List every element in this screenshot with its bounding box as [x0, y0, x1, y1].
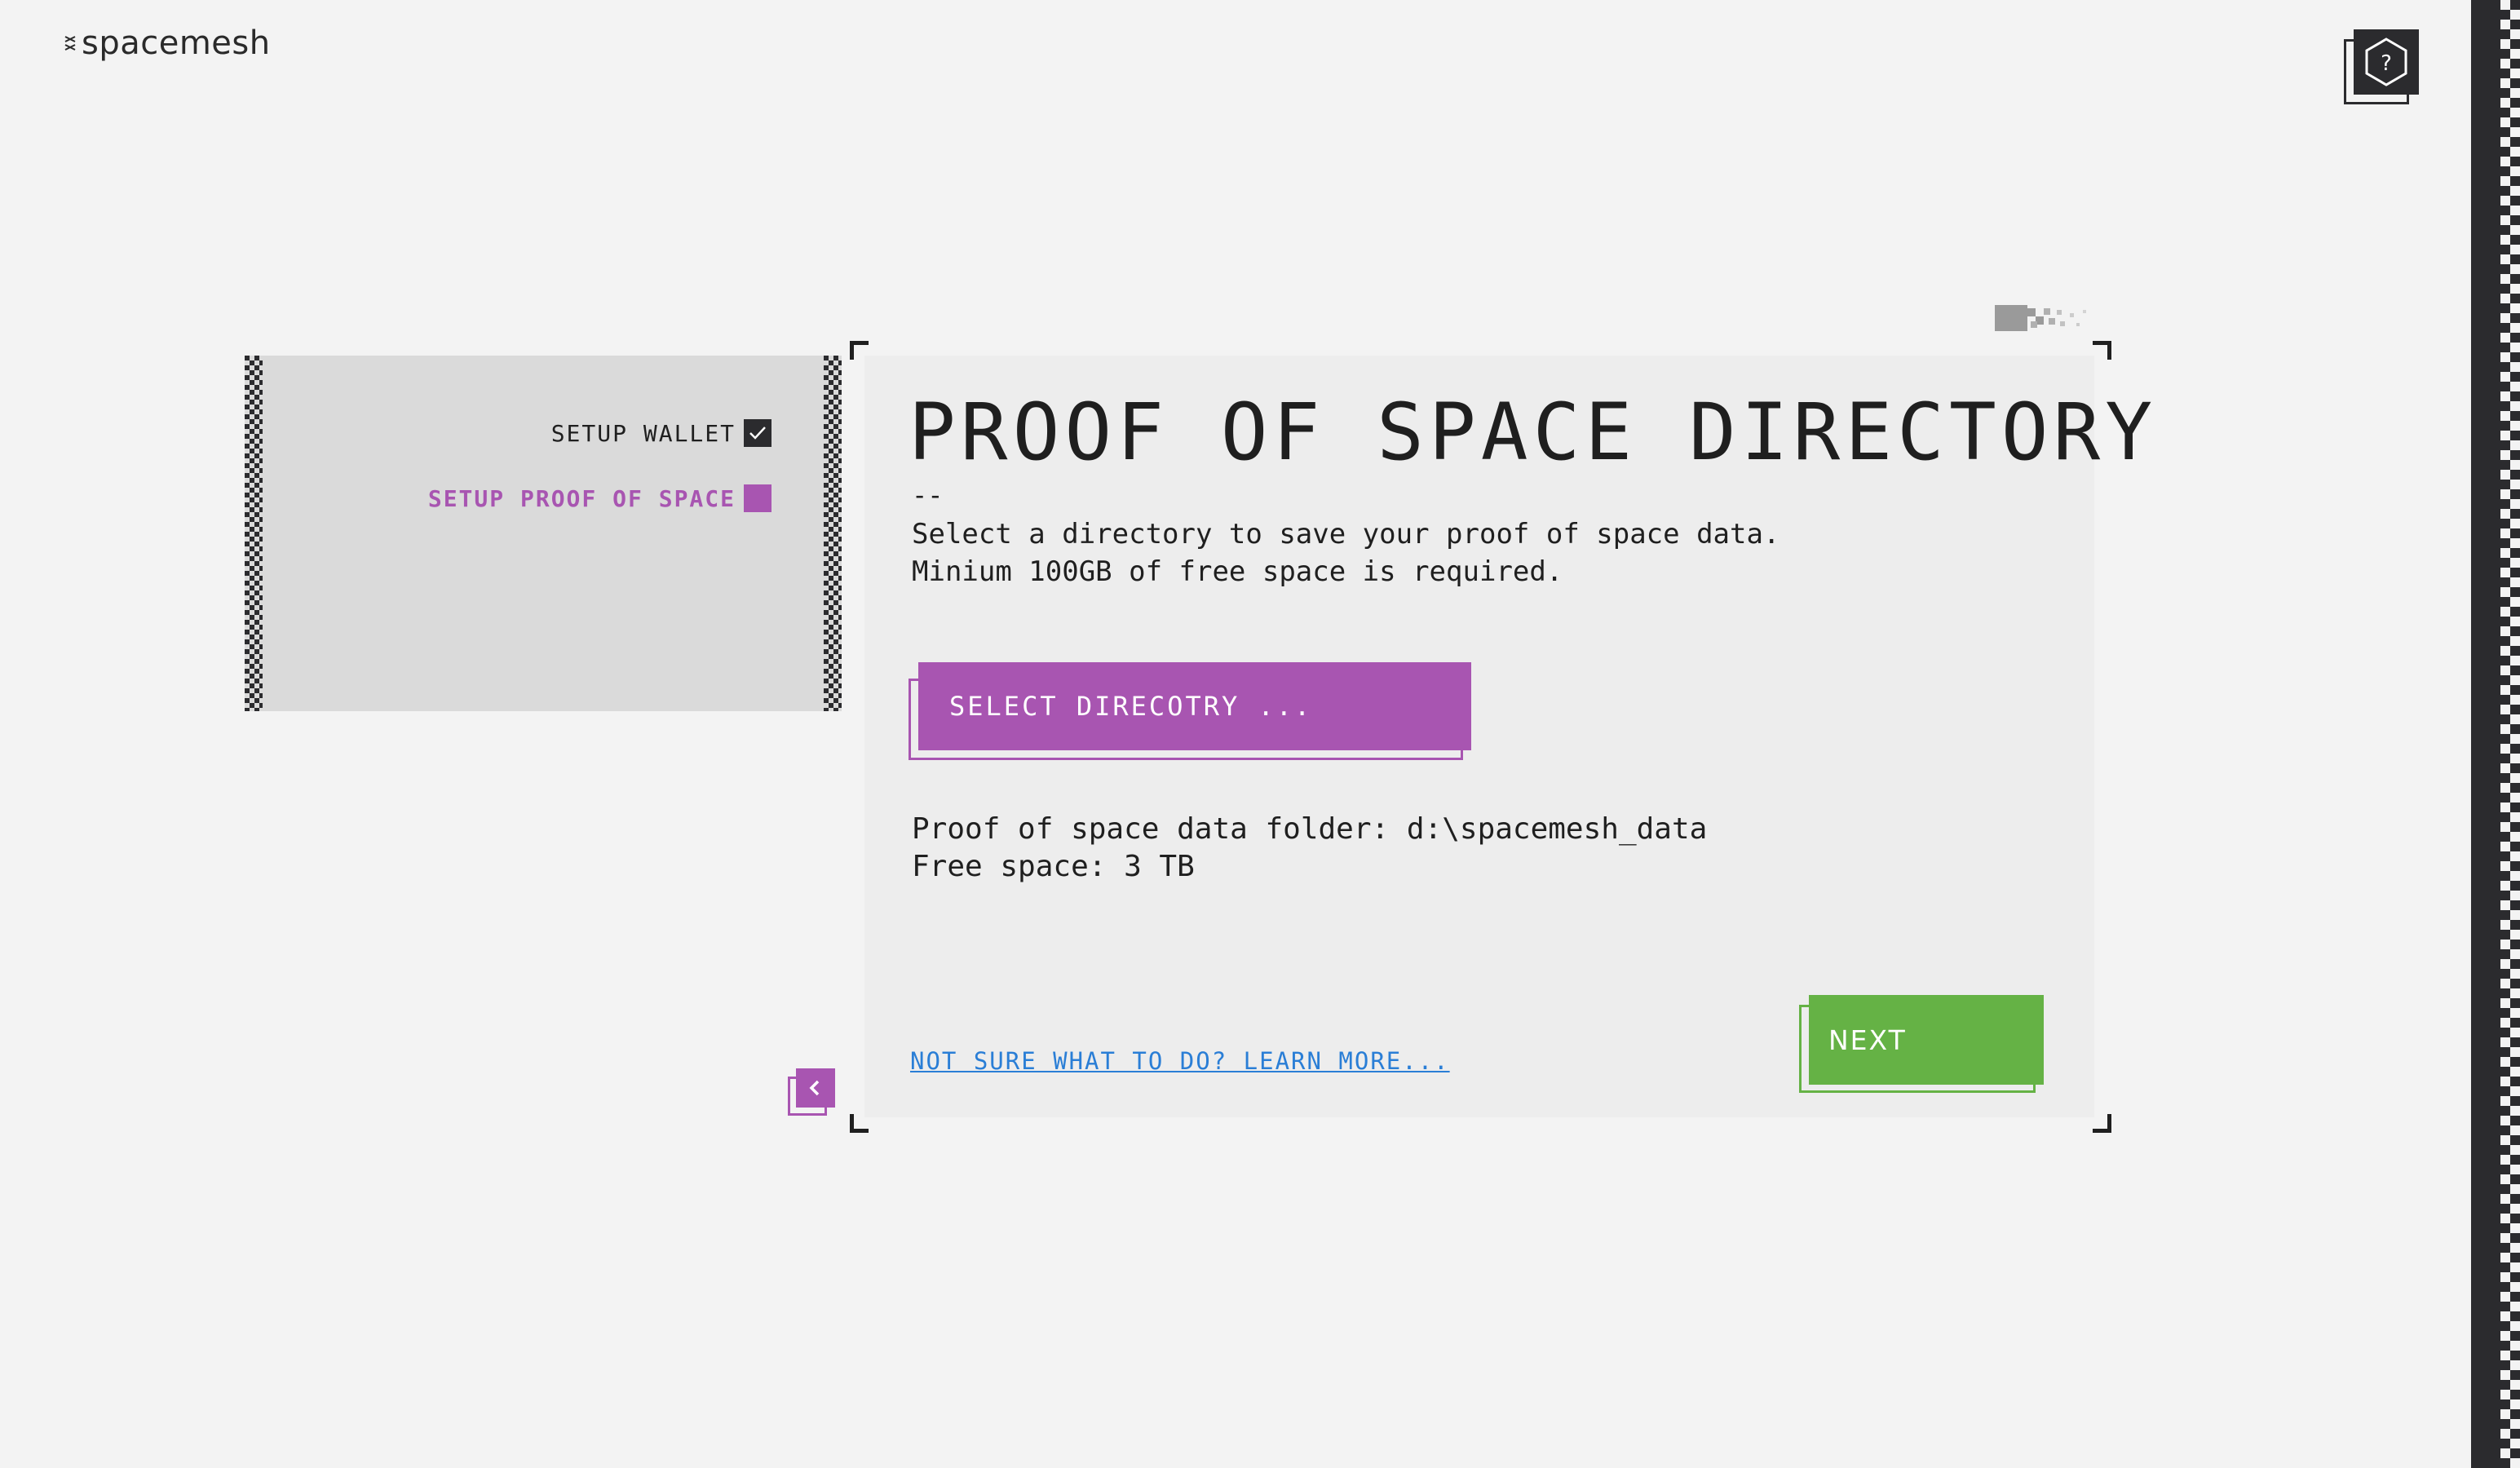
steps-panel: SETUP WALLET SETUP PROOF OF SPACE: [245, 356, 842, 711]
corner-bracket-bottom-right: [2093, 1114, 2111, 1133]
folder-path: Proof of space data folder: d:\spacemesh…: [912, 812, 1708, 846]
folder-info: Proof of space data folder: d:\spacemesh…: [912, 811, 1707, 886]
decorative-checker-strip: [2471, 0, 2520, 1468]
description-line: Minium 100GB of free space is required.: [912, 555, 1563, 588]
description: Select a directory to save your proof of…: [912, 515, 1779, 590]
description-line: Select a directory to save your proof of…: [912, 518, 1780, 550]
step-setup-wallet: SETUP WALLET: [551, 419, 771, 447]
step-complete-box: [744, 419, 771, 447]
step-setup-proof-of-space: SETUP PROOF OF SPACE: [428, 484, 771, 512]
next-button-face[interactable]: NEXT: [1809, 995, 2044, 1085]
select-directory-button[interactable]: SELECT DIRECOTRY ...: [909, 662, 1471, 762]
learn-more-link[interactable]: NOT SURE WHAT TO DO? LEARN MORE...: [910, 1047, 1450, 1075]
panel-edge-left: [245, 356, 263, 711]
select-directory-button-face[interactable]: SELECT DIRECOTRY ...: [918, 662, 1471, 750]
step-label: SETUP WALLET: [550, 419, 736, 447]
app-logo: spacemesh: [64, 24, 271, 62]
chevron-left-icon: [809, 1080, 820, 1096]
panel-edge-right: [824, 356, 842, 711]
checkmark-icon: [749, 427, 766, 440]
hexagon-question-icon: ?: [2365, 38, 2407, 86]
pixel-decoration-icon: [1995, 305, 2086, 331]
back-button[interactable]: [788, 1068, 835, 1117]
free-space: Free space: 3 TB: [912, 850, 1195, 883]
next-button[interactable]: NEXT: [1799, 995, 2044, 1094]
title-separator: --: [912, 480, 944, 511]
logo-text: spacemesh: [82, 24, 271, 62]
corner-bracket-top-left: [850, 341, 869, 360]
page-title: PROOF OF SPACE DIRECTORY: [909, 387, 2158, 478]
help-label: ?: [2381, 51, 2392, 76]
step-active-box: [744, 484, 771, 512]
back-button-face[interactable]: [796, 1068, 835, 1108]
help-button-face[interactable]: ?: [2354, 29, 2419, 95]
corner-bracket-bottom-left: [850, 1114, 869, 1133]
corner-bracket-top-right: [2093, 341, 2111, 360]
step-label: SETUP PROOF OF SPACE: [427, 484, 736, 512]
spacemesh-logo-icon: [64, 36, 76, 51]
help-button[interactable]: ?: [2344, 28, 2419, 108]
